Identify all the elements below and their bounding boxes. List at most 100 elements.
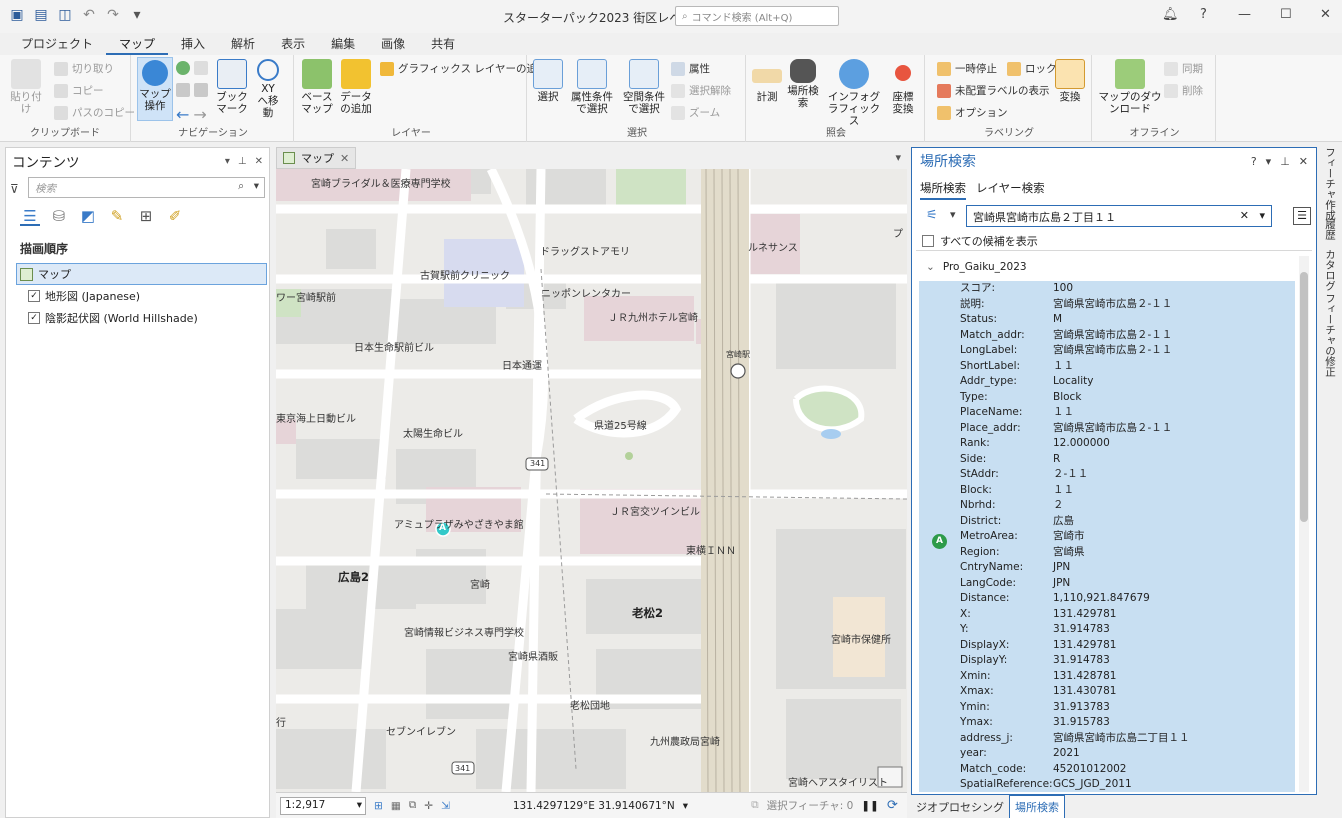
editing-pencil-icon[interactable]: ✎ bbox=[107, 206, 127, 226]
tree-item-map[interactable]: マップ bbox=[16, 263, 267, 285]
close-tab-icon[interactable]: ✕ bbox=[340, 152, 349, 165]
refresh-icon[interactable]: ⟳ bbox=[887, 798, 898, 813]
notification-bell-icon[interactable]: 🔔︎ bbox=[1162, 7, 1179, 22]
open-project-icon[interactable]: ▤ bbox=[32, 6, 50, 24]
pin-icon[interactable]: ⊥ bbox=[1280, 155, 1290, 168]
clear-selection-button[interactable]: 選択解除 bbox=[671, 83, 731, 98]
coord-format-dropdown[interactable]: ▾ bbox=[683, 800, 688, 812]
command-search-input[interactable]: ⌕ コマンド検索 (Alt+Q) bbox=[675, 6, 839, 26]
locate-settings-icon[interactable]: ⚟ bbox=[926, 208, 938, 223]
forward-arrow-icon[interactable]: → bbox=[193, 105, 206, 124]
side-tab-create-features[interactable]: フィーチャ作成 bbox=[1323, 147, 1338, 221]
previous-next-extent[interactable]: ← → bbox=[176, 105, 207, 124]
pause-drawing-icon[interactable]: ❚❚ bbox=[861, 800, 879, 812]
undo-icon[interactable]: ↶ bbox=[80, 6, 98, 24]
bookmarks-button[interactable]: ブックマーク bbox=[215, 59, 249, 115]
pane-menu-icon[interactable]: ▾ bbox=[1266, 155, 1272, 168]
tab-layer-search[interactable]: レイヤー検索 bbox=[976, 180, 1045, 200]
select-by-location-button[interactable]: 空間条件で選択 bbox=[619, 59, 669, 115]
tab-imagery[interactable]: 画像 bbox=[368, 33, 418, 55]
side-tab-history[interactable]: 履歴 bbox=[1323, 219, 1338, 240]
remove-offline-button[interactable]: 削除 bbox=[1164, 83, 1203, 98]
select-by-attributes-button[interactable]: 属性条件で選択 bbox=[567, 59, 617, 115]
add-data-button[interactable]: データの追加 bbox=[336, 59, 376, 115]
map-canvas[interactable]: 宮崎ブライダル＆医療専門学校 ドラッグストアモリ ルネサンス 古賀駅前クリニック… bbox=[276, 169, 907, 792]
basemap-button[interactable]: ベースマップ bbox=[300, 59, 334, 115]
fixed-extent-icon[interactable]: ⧉ bbox=[409, 799, 417, 812]
back-arrow-icon[interactable]: ← bbox=[176, 105, 189, 124]
convert-labels-button[interactable]: 変換 bbox=[1055, 59, 1085, 103]
fixed-zoom-button[interactable] bbox=[176, 83, 208, 97]
copy-path-button[interactable]: パスのコピー bbox=[54, 105, 135, 120]
customize-qat-icon[interactable]: ▾ bbox=[128, 6, 146, 24]
side-tab-modify-features[interactable]: フィーチャの修正 bbox=[1323, 293, 1338, 377]
infographics-button[interactable]: インフォグラフィックス bbox=[824, 59, 884, 127]
full-extent-button[interactable] bbox=[176, 61, 208, 75]
snapping-icon[interactable]: ⊞ bbox=[136, 206, 156, 226]
tab-share[interactable]: 共有 bbox=[418, 33, 468, 55]
contents-search-input[interactable]: 検索 ⌕ ▾ bbox=[28, 177, 265, 198]
minimize-button[interactable]: — bbox=[1238, 7, 1251, 22]
copy-button[interactable]: コピー bbox=[54, 83, 104, 98]
redo-icon[interactable]: ↷ bbox=[104, 6, 122, 24]
help-icon[interactable]: ? bbox=[1251, 155, 1257, 168]
sync-button[interactable]: 同期 bbox=[1164, 61, 1203, 76]
tab-edit[interactable]: 編集 bbox=[318, 33, 368, 55]
tab-locate[interactable]: 場所検索 bbox=[920, 180, 966, 200]
grid-icon[interactable]: ⊞ bbox=[374, 800, 383, 812]
zoom-to-selection-button[interactable]: ズーム bbox=[671, 105, 720, 120]
attributes-button[interactable]: 属性 bbox=[671, 61, 710, 76]
result-group-header[interactable]: ⌄ Pro_Gaiku_2023 bbox=[926, 261, 1027, 273]
help-icon[interactable]: ? bbox=[1200, 7, 1207, 22]
chevron-down-icon[interactable]: ▾ bbox=[950, 208, 956, 221]
tab-locate-bottom[interactable]: 場所検索 bbox=[1009, 794, 1065, 818]
clear-search-icon[interactable]: ✕ bbox=[1240, 209, 1249, 222]
view-unplaced-button[interactable]: 未配置ラベルの表示 bbox=[937, 83, 1050, 98]
tab-project[interactable]: プロジェクト bbox=[8, 33, 106, 55]
tree-item-topographic[interactable]: ✓ 地形図 (Japanese) bbox=[6, 285, 269, 307]
labeling-icon[interactable]: ✐ bbox=[165, 206, 185, 226]
chevron-down-icon[interactable]: ▾ bbox=[1259, 209, 1265, 222]
scrollbar-thumb[interactable] bbox=[1300, 272, 1308, 522]
search-result-marker[interactable]: A bbox=[439, 523, 446, 533]
result-attributes[interactable]: スコア: 100 説明: 宮崎県宮崎市広島２-１１ Status: M Match_addr… bbox=[919, 281, 1295, 792]
selection-list-icon[interactable]: ◩ bbox=[78, 206, 98, 226]
pause-labels-button[interactable]: 一時停止 bbox=[937, 61, 997, 76]
new-project-icon[interactable]: ▣ bbox=[8, 6, 26, 24]
measure-icon[interactable]: ⇲ bbox=[441, 800, 450, 812]
tab-analysis[interactable]: 解析 bbox=[218, 33, 268, 55]
scale-dropdown[interactable]: 1:2,917 ▾ bbox=[280, 796, 366, 815]
goto-xy-button[interactable]: XY へ移動 bbox=[253, 59, 283, 119]
layer-visibility-checkbox[interactable]: ✓ bbox=[28, 290, 40, 302]
paste-button[interactable]: 貼り付け bbox=[6, 59, 46, 115]
cut-button[interactable]: 切り取り bbox=[54, 61, 114, 76]
close-pane-icon[interactable]: ✕ bbox=[1299, 155, 1308, 168]
locate-button[interactable]: 場所検索 bbox=[786, 59, 820, 109]
close-pane-icon[interactable]: ✕ bbox=[255, 156, 263, 167]
data-source-icon[interactable]: ⛁ bbox=[49, 206, 69, 226]
save-project-icon[interactable]: ◫ bbox=[56, 6, 74, 24]
map-view-tab[interactable]: マップ ✕ bbox=[276, 147, 357, 169]
select-button[interactable]: 選択 bbox=[533, 59, 563, 103]
label-options-button[interactable]: オプション bbox=[937, 105, 1008, 120]
measure-button[interactable]: 計測 bbox=[752, 59, 782, 103]
explore-button[interactable]: マップ操作 bbox=[137, 57, 173, 121]
convert-coordinates-button[interactable]: 座標変換 bbox=[888, 59, 918, 115]
pin-icon[interactable]: ⊥ bbox=[238, 156, 247, 167]
download-map-button[interactable]: マップのダウンロード bbox=[1098, 59, 1162, 115]
draw-order-icon[interactable]: ☰ bbox=[20, 206, 40, 226]
show-all-checkbox[interactable] bbox=[922, 235, 934, 247]
tree-item-hillshade[interactable]: ✓ 陰影起伏図 (World Hillshade) bbox=[6, 307, 269, 329]
tab-insert[interactable]: 挿入 bbox=[168, 33, 218, 55]
chevron-down-icon[interactable]: ▾ bbox=[254, 180, 259, 192]
tab-geoprocessing[interactable]: ジオプロセシング bbox=[911, 796, 1009, 818]
snapping-icon[interactable]: ✛ bbox=[424, 800, 433, 812]
pane-menu-icon[interactable]: ▾ bbox=[225, 156, 230, 167]
filter-icon[interactable]: ⊽ bbox=[10, 182, 19, 196]
add-graphics-layer-button[interactable]: グラフィックス レイヤーの追加 bbox=[380, 61, 548, 76]
layer-visibility-checkbox[interactable]: ✓ bbox=[28, 312, 40, 324]
locate-search-input[interactable]: 宮崎県宮崎市広島２丁目１１ ✕ ▾ bbox=[966, 205, 1272, 227]
maximize-button[interactable]: ☐ bbox=[1280, 7, 1292, 22]
map-tab-menu-icon[interactable]: ▾ bbox=[895, 151, 901, 164]
side-tab-catalog[interactable]: カタログ bbox=[1323, 249, 1338, 291]
